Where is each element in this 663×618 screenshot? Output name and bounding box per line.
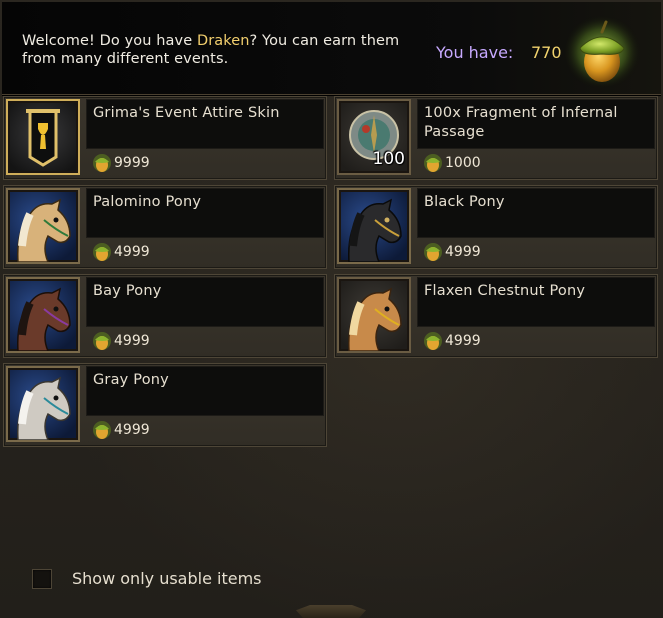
shop-item-card[interactable]: 100 100x Fragment of Infernal Passage 10… (334, 96, 658, 180)
bottom-ornament (296, 605, 366, 618)
shop-item-card[interactable]: Palomino Pony 4999 (3, 185, 327, 269)
item-name: Palomino Pony (93, 194, 202, 210)
usable-items-label[interactable]: Show only usable items (72, 569, 261, 588)
item-name: 100x Fragment of Infernal Passage (424, 105, 618, 140)
item-quantity: 100 (372, 149, 405, 169)
acorn-icon (93, 332, 111, 350)
pony-icon (348, 198, 402, 262)
item-name: Grima's Event Attire Skin (93, 105, 280, 121)
item-price-value: 4999 (445, 333, 481, 349)
acorn-icon (93, 421, 111, 439)
welcome-message: Welcome! Do you have Draken? You can ear… (22, 32, 422, 68)
acorn-icon (424, 332, 442, 350)
acorn-icon (93, 243, 111, 261)
item-name-box: 100x Fragment of Infernal Passage (417, 99, 655, 149)
acorn-icon (424, 243, 442, 261)
acorn-icon (424, 154, 442, 172)
pony-icon (17, 287, 71, 351)
item-thumbnail: 100 (337, 99, 411, 175)
item-price-value: 4999 (445, 244, 481, 260)
pony-icon (17, 376, 71, 440)
you-have-value: 770 (531, 43, 562, 62)
item-thumbnail (337, 277, 411, 353)
item-name-box: Gray Pony (86, 366, 324, 416)
item-name: Black Pony (424, 194, 505, 210)
item-name-box: Flaxen Chestnut Pony (417, 277, 655, 327)
shop-item-card[interactable]: Gray Pony 4999 (3, 363, 327, 447)
shop-item-card[interactable]: Black Pony 4999 (334, 185, 658, 269)
item-price-value: 1000 (445, 155, 481, 171)
usable-items-checkbox[interactable] (32, 569, 52, 589)
item-name-box: Bay Pony (86, 277, 324, 327)
shop-item-card[interactable]: Flaxen Chestnut Pony 4999 (334, 274, 658, 358)
item-thumbnail (6, 277, 80, 353)
acorn-icon (93, 154, 111, 172)
shield-banner-icon (26, 109, 60, 167)
you-have-label: You have: (436, 43, 514, 62)
shop-item-card[interactable]: Bay Pony 4999 (3, 274, 327, 358)
item-name-box: Black Pony (417, 188, 655, 238)
item-thumbnail (6, 188, 80, 264)
welcome-text-pre: Welcome! Do you have (22, 33, 197, 49)
item-name: Bay Pony (93, 283, 162, 299)
shop-header: Welcome! Do you have Draken? You can ear… (2, 2, 661, 95)
currency-name: Draken (196, 33, 250, 49)
item-price-value: 4999 (114, 333, 150, 349)
item-name-box: Palomino Pony (86, 188, 324, 238)
pony-icon (348, 287, 402, 351)
item-thumbnail (6, 366, 80, 442)
item-thumbnail (337, 188, 411, 264)
item-thumbnail (6, 99, 80, 175)
item-name: Flaxen Chestnut Pony (424, 283, 586, 299)
pony-icon (17, 198, 71, 262)
item-price-value: 4999 (114, 244, 150, 260)
item-name-box: Grima's Event Attire Skin (86, 99, 324, 149)
shop-item-card[interactable]: Grima's Event Attire Skin 9999 (3, 96, 327, 180)
item-name: Gray Pony (93, 372, 169, 388)
shop-window: Welcome! Do you have Draken? You can ear… (0, 0, 663, 618)
acorn-icon (562, 14, 642, 90)
item-price-value: 4999 (114, 422, 150, 438)
item-price-value: 9999 (114, 155, 150, 171)
